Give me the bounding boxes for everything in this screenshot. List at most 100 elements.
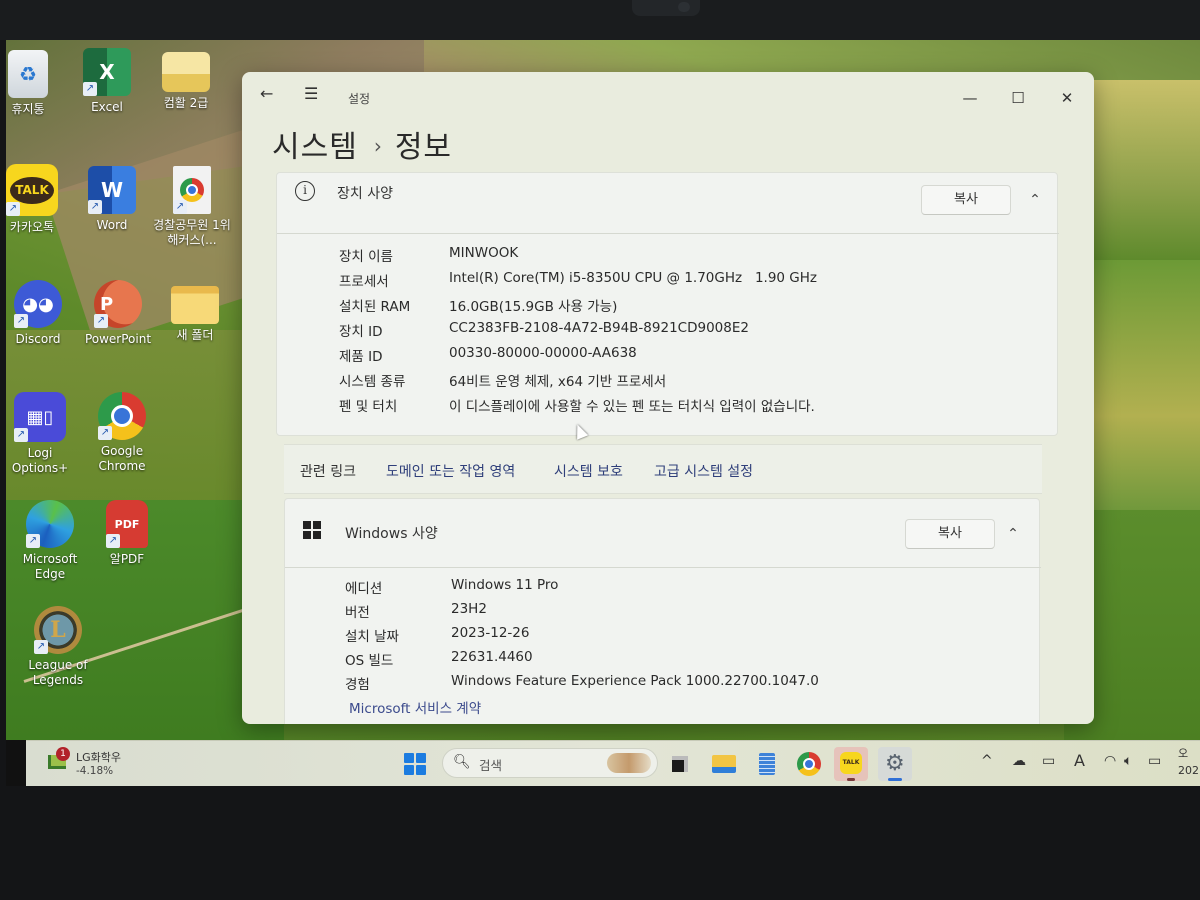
desktop-icon-label: 알PDF	[109, 552, 145, 566]
desktop-icon-discord[interactable]: ◕◕ ↗ Discord	[0, 280, 78, 347]
spec-value: CC2383FB-2108-4A72-B94B-8921CD9008E2	[449, 320, 749, 336]
desktop-icon-powerpoint[interactable]: P ↗ PowerPoint	[78, 280, 158, 347]
close-icon: ✕	[1060, 89, 1074, 107]
taskbar-file-explorer[interactable]	[706, 747, 740, 781]
taskbar-search-box[interactable]: 🔍︎ 검색	[442, 748, 658, 778]
desktop-icon-excel[interactable]: X ↗ Excel	[67, 48, 147, 115]
minimize-icon: —	[962, 89, 978, 107]
desktop-icon-microsoft-edge[interactable]: ↗ Microsoft Edge	[10, 500, 90, 582]
league-of-legends-icon: L ↗	[34, 606, 82, 654]
active-indicator	[888, 778, 902, 781]
volume-icon[interactable]: 🔈︎	[1124, 753, 1132, 769]
desktop-icon-new-folder[interactable]: 새 폴더	[155, 286, 235, 343]
link-advanced-system-settings[interactable]: 고급 시스템 설정	[654, 461, 753, 481]
minimize-button[interactable]: —	[960, 88, 980, 108]
desktop-icon-folder-computer-skills[interactable]: 컴활 2급	[146, 52, 226, 111]
chrome-shortcut-icon: ↗	[173, 166, 211, 214]
link-domain-or-workgroup[interactable]: 도메인 또는 작업 영역	[386, 461, 515, 481]
desktop-icon-kakaotalk[interactable]: TALK ↗ 카카오톡	[0, 164, 72, 235]
taskbar-task-view[interactable]	[664, 747, 698, 781]
desktop-icon-label: 컴활 2급	[163, 96, 209, 110]
desktop-icon-logi-options[interactable]: ▦▯ ↗ Logi Options+	[0, 392, 80, 476]
discord-icon: ◕◕ ↗	[14, 280, 62, 328]
kakaotalk-icon: TALK	[840, 752, 862, 774]
onedrive-cloud-icon[interactable]: ☁	[1012, 753, 1026, 769]
taskbar-notepad[interactable]	[750, 747, 784, 781]
spec-value: 16.0GB(15.9GB 사용 가능)	[449, 299, 618, 315]
clock[interactable]: 오 202	[1178, 745, 1199, 779]
file-explorer-icon	[712, 755, 736, 773]
windows-logo-icon	[303, 521, 321, 539]
taskbar-settings[interactable]: ⚙	[878, 747, 912, 781]
windows-specs-card: Windows 사양 복사 ⌃ 에디션 Windows 11 Pro 버전 23H2…	[284, 498, 1041, 724]
spec-key: 에디션	[345, 581, 383, 597]
desktop-icon-recycle-bin[interactable]: ♻ 휴지통	[0, 50, 68, 117]
shortcut-arrow-icon: ↗	[14, 314, 28, 328]
stock-name: LG화학우	[76, 751, 122, 764]
spec-key: 시스템 종류	[339, 374, 406, 390]
link-system-protection[interactable]: 시스템 보호	[554, 461, 623, 481]
desktop-icon-google-chrome[interactable]: ↗ Google Chrome	[82, 392, 162, 474]
show-hidden-icons-chevron-icon[interactable]: ^	[981, 753, 993, 769]
maximize-button[interactable]: ☐	[1008, 88, 1028, 108]
input-language-icon[interactable]: A	[1074, 751, 1085, 770]
shortcut-arrow-icon: ↗	[26, 534, 40, 548]
spec-value: MINWOOK	[449, 245, 519, 261]
spec-key: 버전	[345, 605, 370, 621]
excel-icon: X ↗	[83, 48, 131, 96]
desktop-icon-label: Microsoft Edge	[22, 552, 78, 581]
windows-specs-header[interactable]: Windows 사양 복사 ⌃	[285, 499, 1039, 555]
shortcut-arrow-icon: ↗	[83, 82, 97, 96]
chrome-icon: ↗	[98, 392, 146, 440]
chrome-icon	[797, 752, 821, 776]
copy-device-specs-button[interactable]: 복사	[921, 185, 1011, 215]
notepad-icon	[759, 753, 775, 775]
device-specs-title: 장치 사양	[337, 186, 393, 202]
desktop-icon-alpdf[interactable]: PDF ↗ 알PDF	[87, 500, 167, 567]
spec-value: Windows Feature Experience Pack 1000.227…	[451, 673, 819, 689]
shortcut-arrow-icon: ↗	[94, 314, 108, 328]
divider	[277, 233, 1059, 234]
spec-key: 장치 이름	[339, 249, 393, 265]
spec-key: 설치 날짜	[345, 629, 399, 645]
desktop-icon-label: 새 폴더	[176, 328, 214, 342]
powerpoint-icon: P ↗	[94, 280, 142, 328]
battery-charging-icon[interactable]: ▭	[1148, 753, 1161, 769]
shortcut-arrow-icon: ↗	[106, 534, 120, 548]
collapse-windows-specs-chevron-icon[interactable]: ⌃	[1001, 522, 1025, 546]
desktop-icon-label: Word	[96, 218, 128, 232]
stock-widget[interactable]: 1 LG화학우 -4.18%	[48, 747, 148, 783]
logi-options-icon: ▦▯ ↗	[14, 392, 66, 442]
spec-value: 22631.4460	[451, 649, 533, 665]
wifi-icon[interactable]: ◠	[1104, 753, 1116, 769]
breadcrumb-separator-icon: ›	[373, 134, 383, 158]
related-links-bar: 관련 링크 도메인 또는 작업 영역 시스템 보호 고급 시스템 설정	[284, 444, 1042, 494]
desktop-icon-label: Logi Options+	[11, 446, 69, 475]
shortcut-arrow-icon: ↗	[14, 428, 28, 442]
desktop-icon-label: Google Chrome	[98, 444, 146, 473]
collapse-device-specs-chevron-icon[interactable]: ⌃	[1023, 188, 1047, 212]
desktop-icon-label: Excel	[91, 100, 123, 114]
desktop-icon-word[interactable]: W ↗ Word	[72, 166, 152, 233]
desktop-icon-league-of-legends[interactable]: L ↗ League of Legends	[18, 606, 98, 688]
desktop-icon-label: 휴지통	[11, 102, 45, 116]
windows-specs-title: Windows 사양	[345, 526, 438, 542]
breadcrumb-parent-system[interactable]: 시스템	[272, 130, 358, 165]
settings-window: ← ☰ 설정 — ☐ ✕ 시스템 › 정보 i 장치 사양 복사 ⌃ 장치 이름 MI…	[242, 72, 1094, 724]
device-specs-header[interactable]: i 장치 사양 복사 ⌃	[277, 173, 1057, 229]
start-button[interactable]	[404, 753, 426, 775]
clock-date: 202	[1178, 764, 1199, 777]
link-microsoft-services-agreement[interactable]: Microsoft 서비스 계약	[349, 697, 481, 717]
back-button[interactable]: ←	[260, 84, 273, 104]
divider	[285, 567, 1041, 568]
title-bar[interactable]: ← ☰ 설정 — ☐ ✕	[242, 72, 1094, 116]
shortcut-arrow-icon: ↗	[6, 202, 20, 216]
taskbar-chrome[interactable]	[792, 747, 826, 781]
copy-windows-specs-button[interactable]: 복사	[905, 519, 995, 549]
desktop-icon-police-exam[interactable]: ↗ 경찰공무원 1위 해커스(...	[152, 166, 232, 248]
navigation-menu-button[interactable]: ☰	[304, 84, 318, 104]
close-button[interactable]: ✕	[1057, 88, 1077, 108]
spec-value: Intel(R) Core(TM) i5-8350U CPU @ 1.70GHz…	[449, 270, 818, 286]
touchpad-icon[interactable]: ▭	[1042, 753, 1055, 769]
taskbar-kakaotalk[interactable]: TALK	[834, 747, 868, 781]
